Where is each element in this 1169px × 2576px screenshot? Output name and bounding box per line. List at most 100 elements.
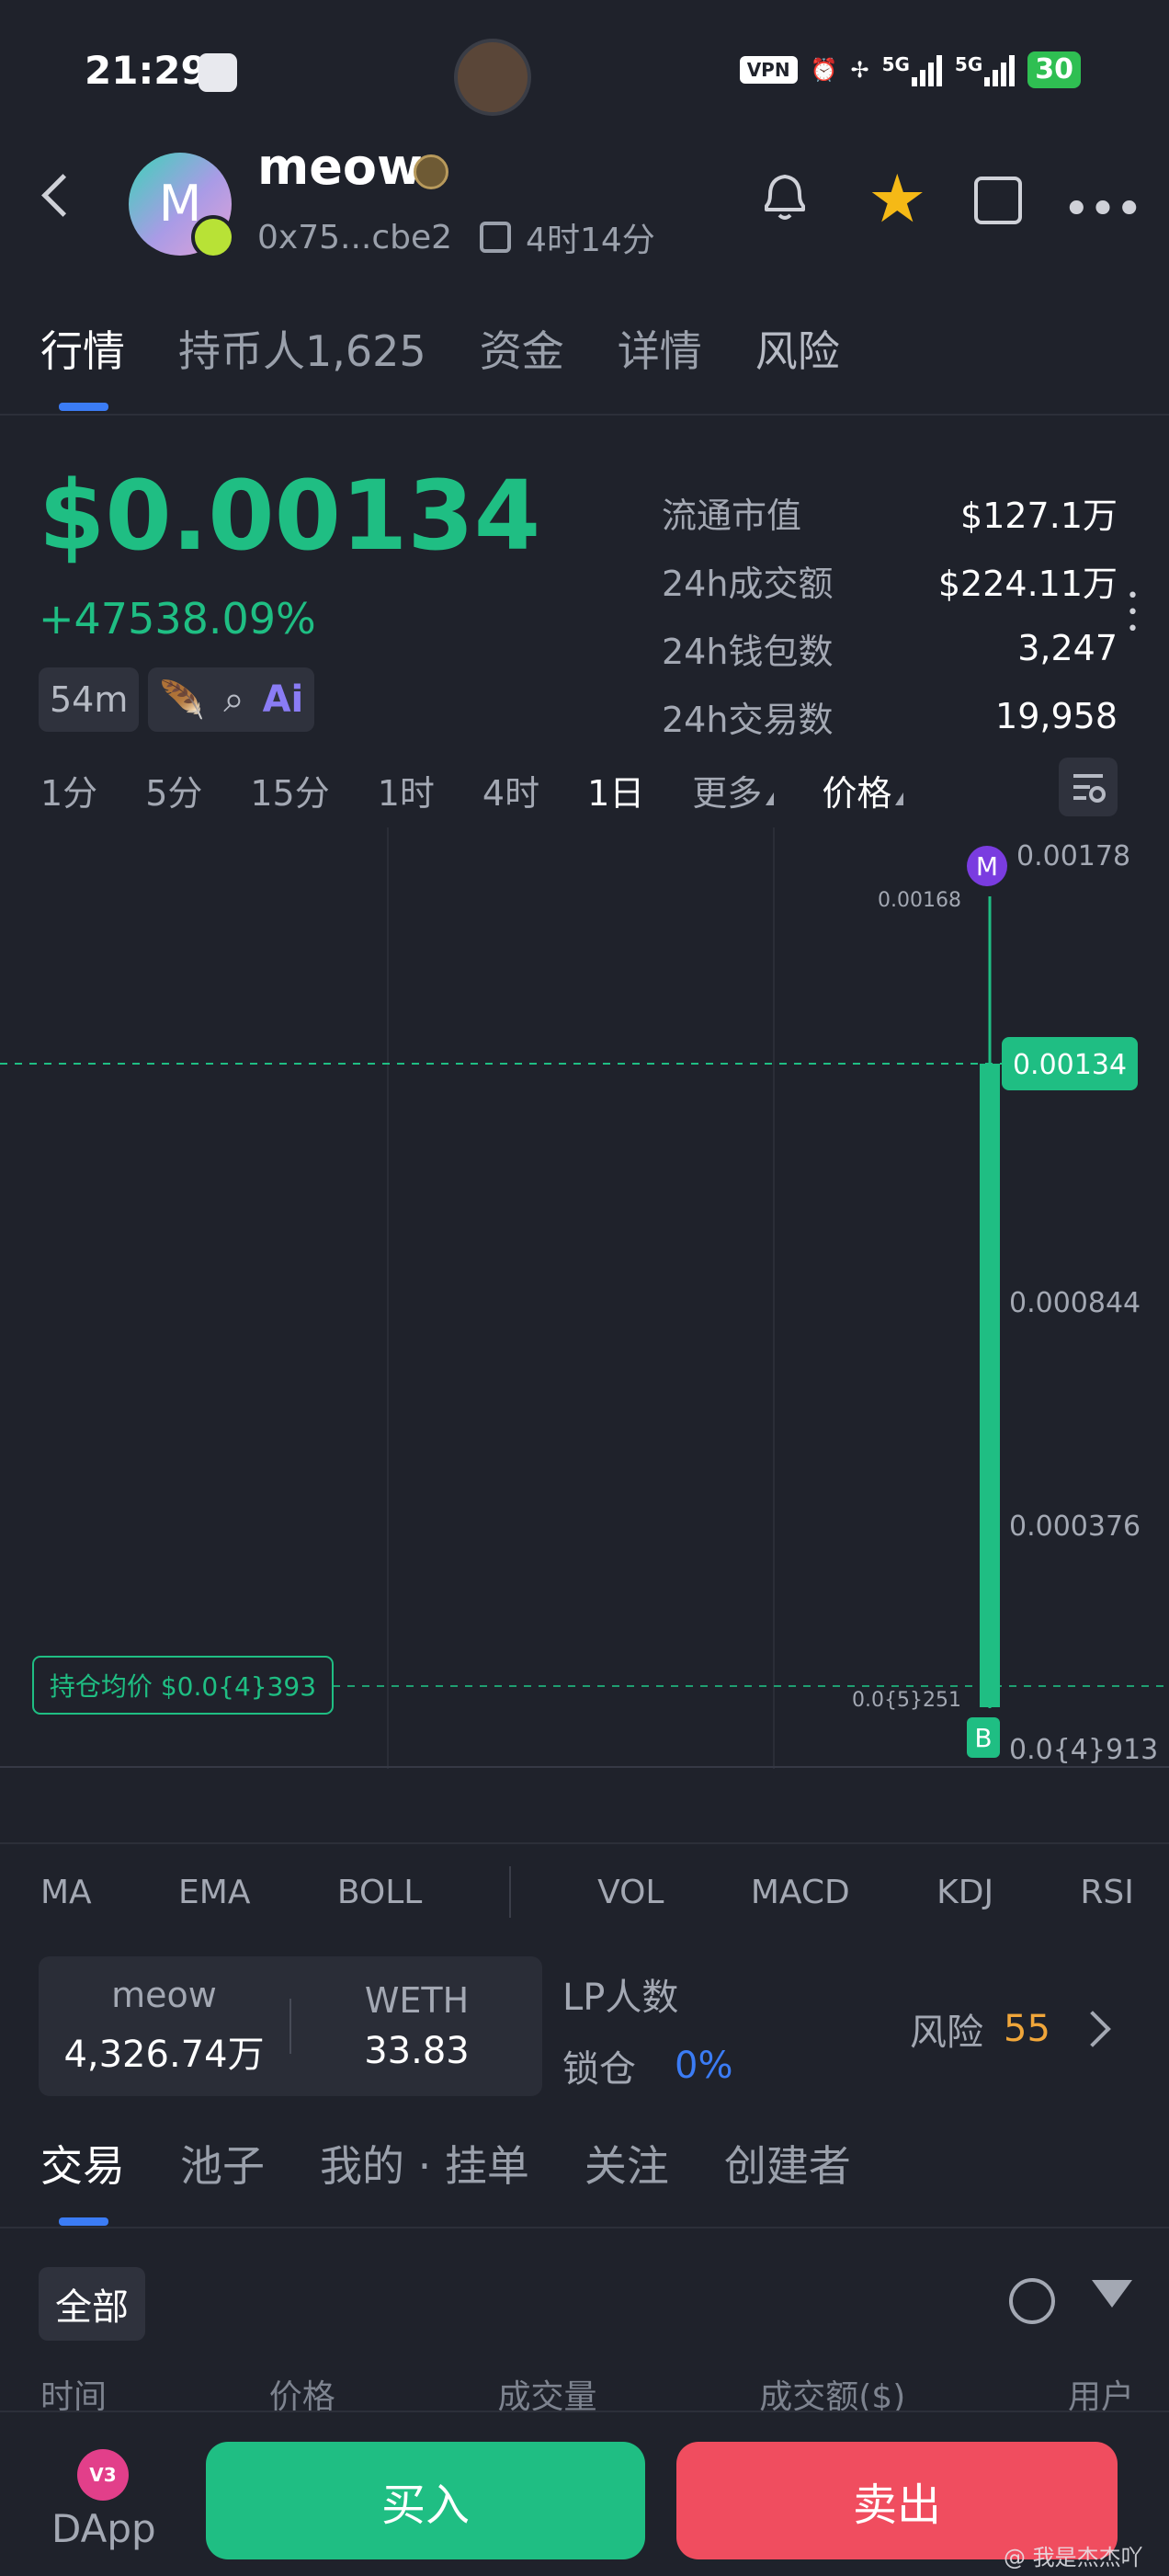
indicator-boll[interactable]: BOLL xyxy=(337,1874,423,1911)
timeframe-more[interactable]: 更多 xyxy=(692,765,775,815)
active-trade-tab-indicator xyxy=(59,2217,108,2226)
more-options-icon[interactable]: ••• xyxy=(1062,182,1143,237)
high-price-label: 0.00168 xyxy=(878,889,961,912)
tab-risk[interactable]: 风险 xyxy=(755,318,840,379)
side-menu-icon[interactable]: • • • xyxy=(1127,587,1139,640)
buy-marker[interactable]: B xyxy=(967,1717,1000,1758)
tool-chips: 54m 🪶 ⌕ Ai xyxy=(39,667,315,732)
status-icons: VPN ⏰ ✢ 5G 5G 30 xyxy=(739,51,1081,88)
stat-value: $127.1万 xyxy=(960,495,1118,536)
buy-button[interactable]: 买入 xyxy=(206,2442,645,2559)
main-tabs: 行情 持币人1,625 资金 详情 风险 xyxy=(40,318,840,379)
stat-label: 流通市值 xyxy=(662,495,802,536)
indicator-macd[interactable]: MACD xyxy=(751,1874,850,1911)
y-axis-label: 0.000376 xyxy=(1009,1510,1141,1543)
low-price-label: 0.0{5}251 xyxy=(852,1689,961,1712)
dapp-label[interactable]: DApp xyxy=(51,2506,156,2551)
stat-value: 3,247 xyxy=(1017,628,1118,668)
stat-value: $224.11万 xyxy=(937,563,1118,604)
share-icon[interactable] xyxy=(974,177,1022,224)
token-stats: 流通市值 $127.1万 24h成交额 $224.11万 24h钱包数 3,247 2… xyxy=(662,478,1118,750)
pool-quote-amount: 33.83 xyxy=(364,2030,470,2072)
tab-trades[interactable]: 交易 xyxy=(40,2133,125,2194)
chart-settings-icon[interactable] xyxy=(1059,758,1118,816)
tab-details[interactable]: 详情 xyxy=(618,318,702,379)
ai-icon[interactable]: Ai xyxy=(263,678,304,721)
price-mode-label: 价格 xyxy=(822,773,892,814)
favorite-star-icon[interactable]: ★ xyxy=(868,165,927,232)
divider xyxy=(0,1842,1169,1844)
stat-value: 19,958 xyxy=(995,696,1118,736)
timeframe-4h[interactable]: 4时 xyxy=(482,765,539,815)
dropdown-triangle-icon xyxy=(766,792,775,805)
timeframe-1m[interactable]: 1分 xyxy=(40,765,97,815)
fan-icon: ✢ xyxy=(850,57,869,83)
filter-all-button[interactable]: 全部 xyxy=(39,2267,145,2341)
filter-funnel-icon[interactable] xyxy=(1092,2280,1132,2308)
copy-icon[interactable] xyxy=(480,222,512,253)
stat-row: 24h钱包数 3,247 xyxy=(662,614,1118,682)
battery-icon: 30 xyxy=(1027,51,1081,88)
interval-chip[interactable]: 54m xyxy=(39,667,140,732)
price-mode[interactable]: 价格 xyxy=(822,765,904,815)
indicator-rsi[interactable]: RSI xyxy=(1080,1874,1133,1911)
bell-icon[interactable] xyxy=(759,169,811,224)
stat-label: 24h钱包数 xyxy=(662,631,834,672)
timeframe-bar: 1分 5分 15分 1时 4时 1日 更多 价格 xyxy=(40,765,904,815)
tools-chip[interactable]: 🪶 ⌕ Ai xyxy=(148,667,315,732)
pause-icon[interactable] xyxy=(1009,2278,1055,2324)
timeframe-1h[interactable]: 1时 xyxy=(378,765,435,815)
token-address-row: 0x75...cbe2 4时14分 xyxy=(257,213,655,261)
y-axis-label: 0.000844 xyxy=(1009,1287,1141,1319)
interval-label: 54m xyxy=(50,679,129,720)
token-age: 4时14分 xyxy=(526,222,655,259)
indicator-kdj[interactable]: KDJ xyxy=(936,1874,993,1911)
feather-icon[interactable]: 🪶 xyxy=(159,678,205,722)
stat-label: 24h交易数 xyxy=(662,699,834,740)
indicator-bar: MA EMA BOLL VOL MACD KDJ RSI xyxy=(40,1866,1134,1918)
token-address: 0x75...cbe2 xyxy=(257,218,453,256)
back-icon[interactable] xyxy=(41,174,85,217)
candle-body xyxy=(980,1064,1000,1707)
stat-label: 24h成交额 xyxy=(662,563,834,604)
timeframe-1d[interactable]: 1日 xyxy=(587,765,644,815)
avg-cost-tag[interactable]: 持仓均价 $0.0{4}393 xyxy=(32,1656,334,1715)
indicator-vol[interactable]: VOL xyxy=(597,1874,664,1911)
indicator-ma[interactable]: MA xyxy=(40,1874,92,1911)
watermark: @ 我是杰杰吖 xyxy=(1004,2545,1143,2570)
dropdown-triangle-icon xyxy=(895,792,904,805)
tab-pools[interactable]: 池子 xyxy=(180,2133,265,2194)
tab-funds[interactable]: 资金 xyxy=(480,318,564,379)
liquidity-pool-card[interactable]: meow 4,326.74万 WETH 33.83 xyxy=(39,1956,542,2096)
pool-quote-column: WETH 33.83 xyxy=(291,1956,542,2096)
price-chart[interactable]: M B 0.00168 0.0{5}251 0.00178 0.000844 0… xyxy=(0,827,1169,1769)
floating-avatar-icon[interactable] xyxy=(454,39,531,116)
current-price-tag-label: 0.00134 xyxy=(1013,1049,1127,1081)
pool-quote-name: WETH xyxy=(364,1980,470,2021)
lp-holders-label: LP人数 xyxy=(562,1977,679,2019)
pool-token-amount: 4,326.74万 xyxy=(63,2034,265,2076)
tab-my-orders[interactable]: 我的 · 挂单 xyxy=(320,2133,529,2194)
lock-label: 锁仓 xyxy=(562,2048,636,2091)
indicator-ema[interactable]: EMA xyxy=(178,1874,250,1911)
tab-watchlist[interactable]: 关注 xyxy=(584,2133,669,2194)
status-bar: 21:29 VPN ⏰ ✢ 5G 5G 30 xyxy=(0,0,1169,147)
signal-icon xyxy=(984,53,1016,86)
tab-holders[interactable]: 持币人1,625 xyxy=(178,318,426,379)
tab-market[interactable]: 行情 xyxy=(40,318,125,379)
tab-creator[interactable]: 创建者 xyxy=(724,2133,851,2194)
stat-row: 流通市值 $127.1万 xyxy=(662,478,1118,546)
vpn-icon: VPN xyxy=(739,56,798,84)
signal-icon xyxy=(911,53,942,86)
buy-marker-label: B xyxy=(974,1723,992,1753)
network-label-1: 5G xyxy=(881,53,910,75)
status-time: 21:29 xyxy=(85,48,208,93)
risk-score-button[interactable]: 风险 55 xyxy=(910,2002,1111,2056)
sell-marker[interactable]: M xyxy=(967,846,1007,886)
search-icon[interactable]: ⌕ xyxy=(223,678,244,721)
timeframe-15m[interactable]: 15分 xyxy=(250,765,329,815)
stat-row: 24h成交额 $224.11万 xyxy=(662,546,1118,614)
timeframe-5m[interactable]: 5分 xyxy=(145,765,202,815)
avg-cost-tag-label: 持仓均价 $0.0{4}393 xyxy=(50,1671,316,1702)
dapp-icon[interactable]: V3 xyxy=(77,2449,129,2501)
